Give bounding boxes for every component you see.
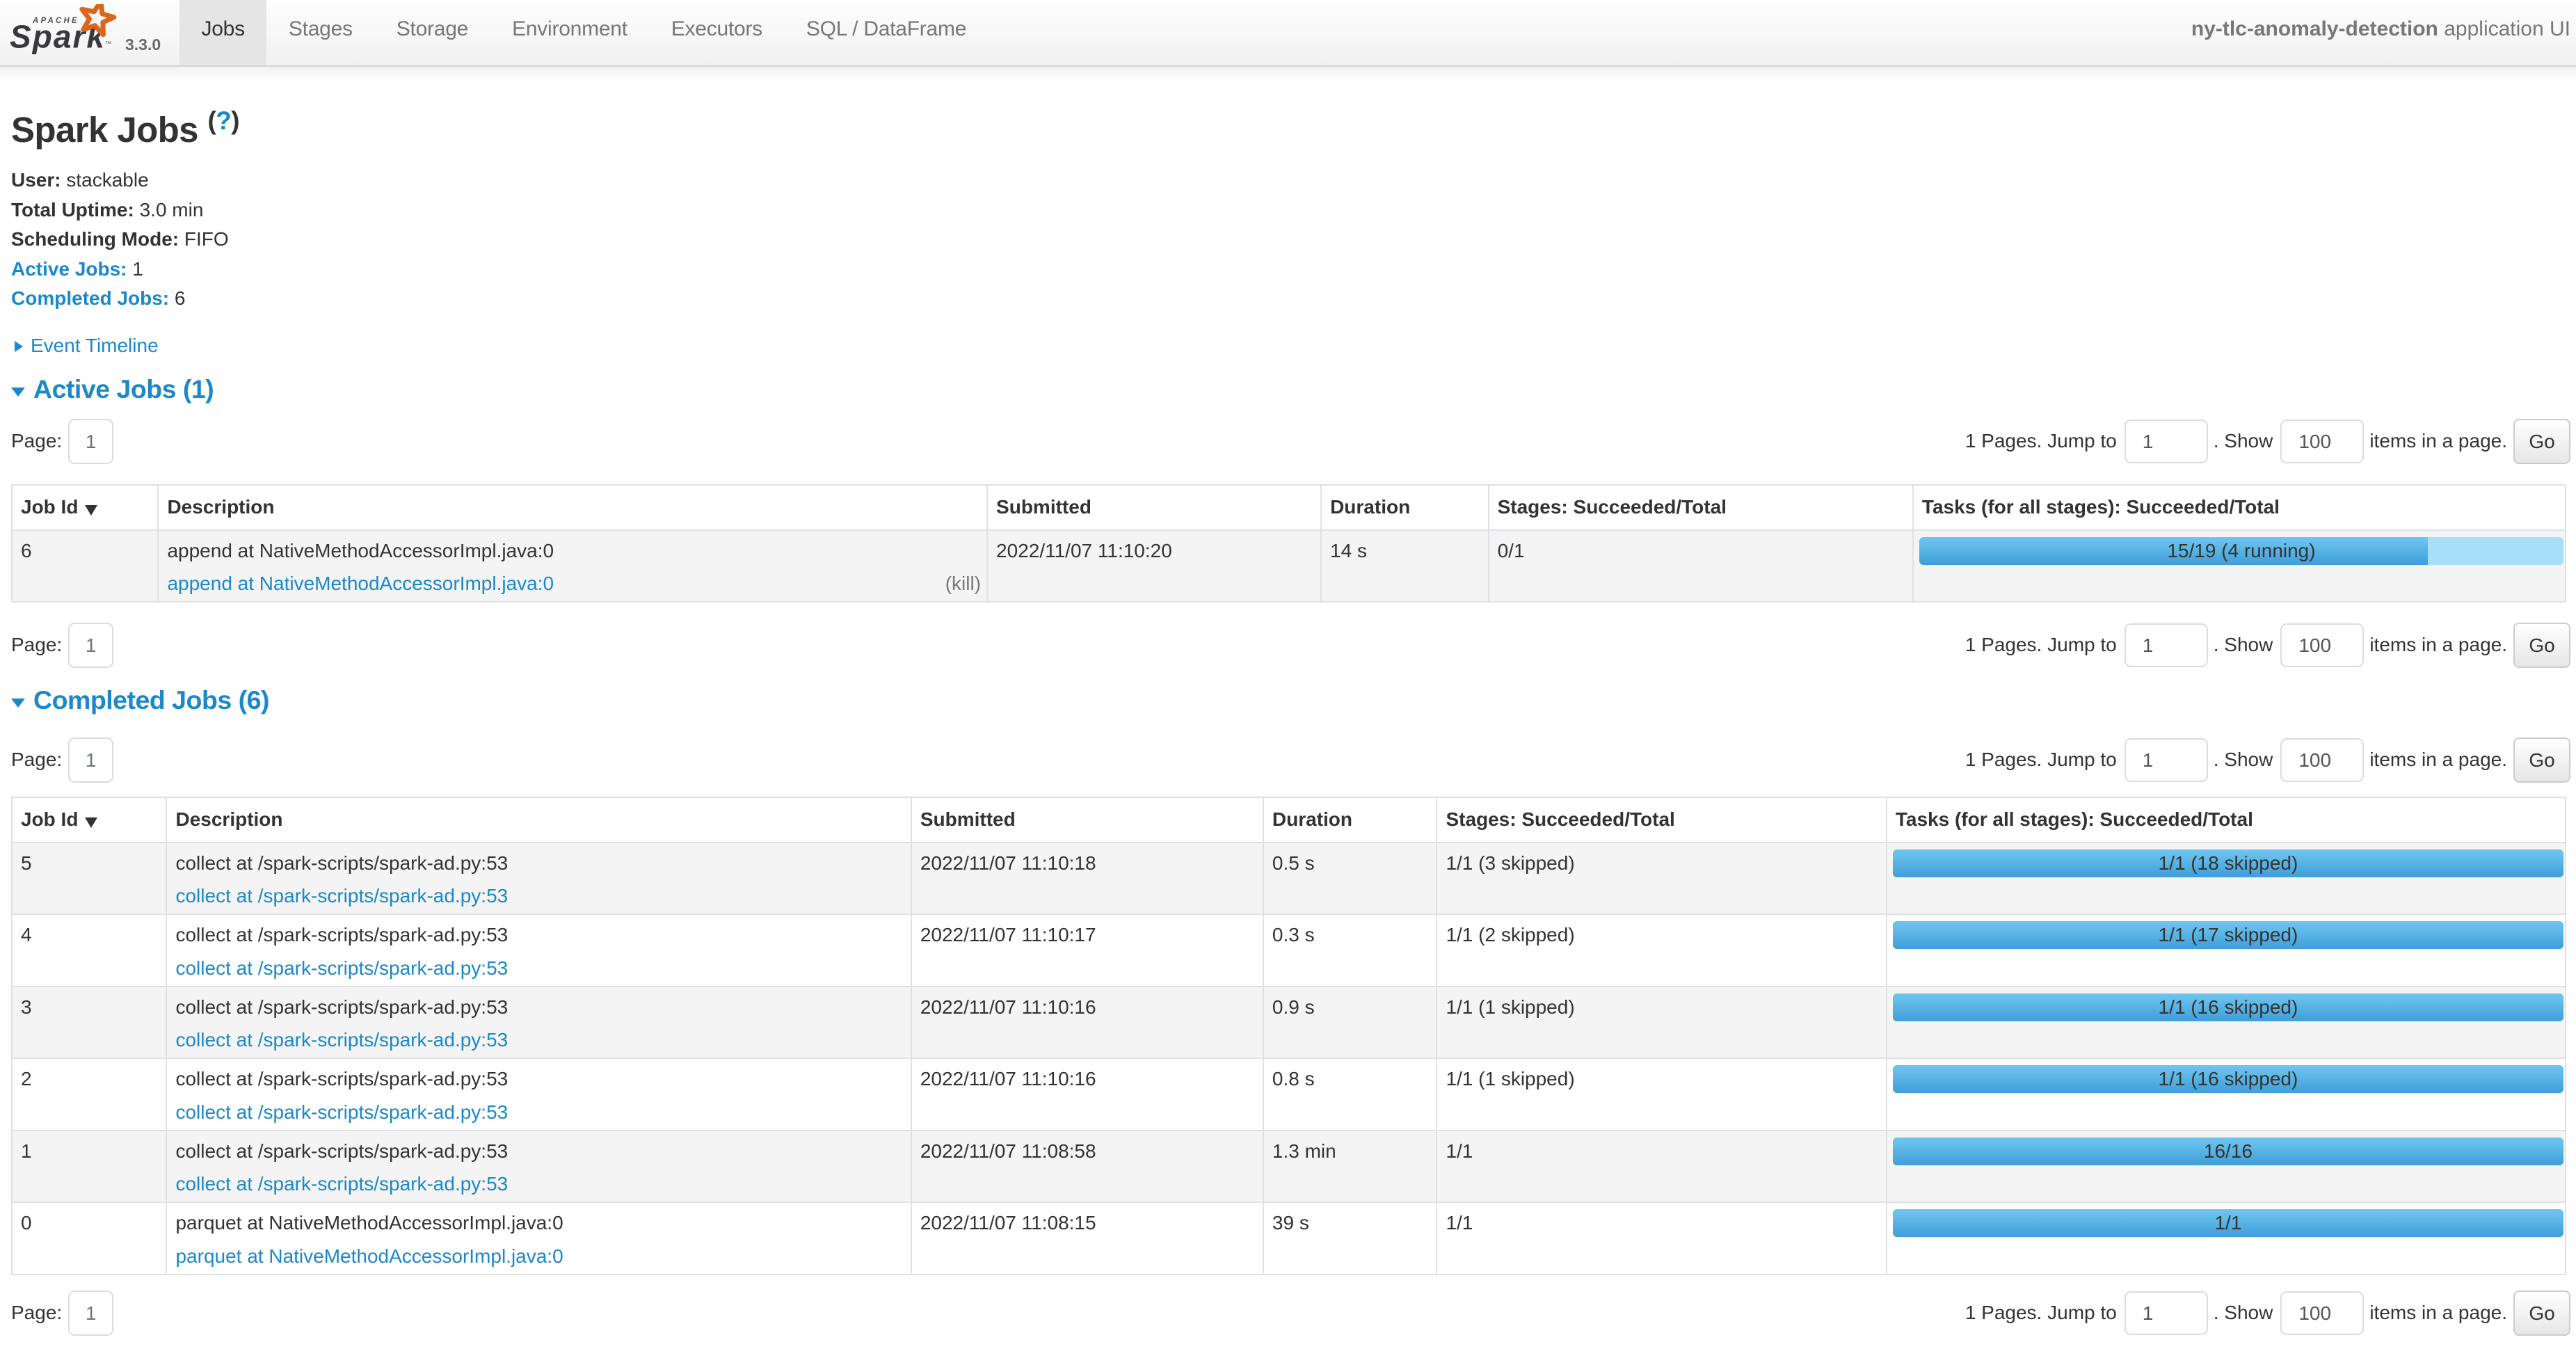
svg-text:™: ™: [105, 40, 111, 47]
